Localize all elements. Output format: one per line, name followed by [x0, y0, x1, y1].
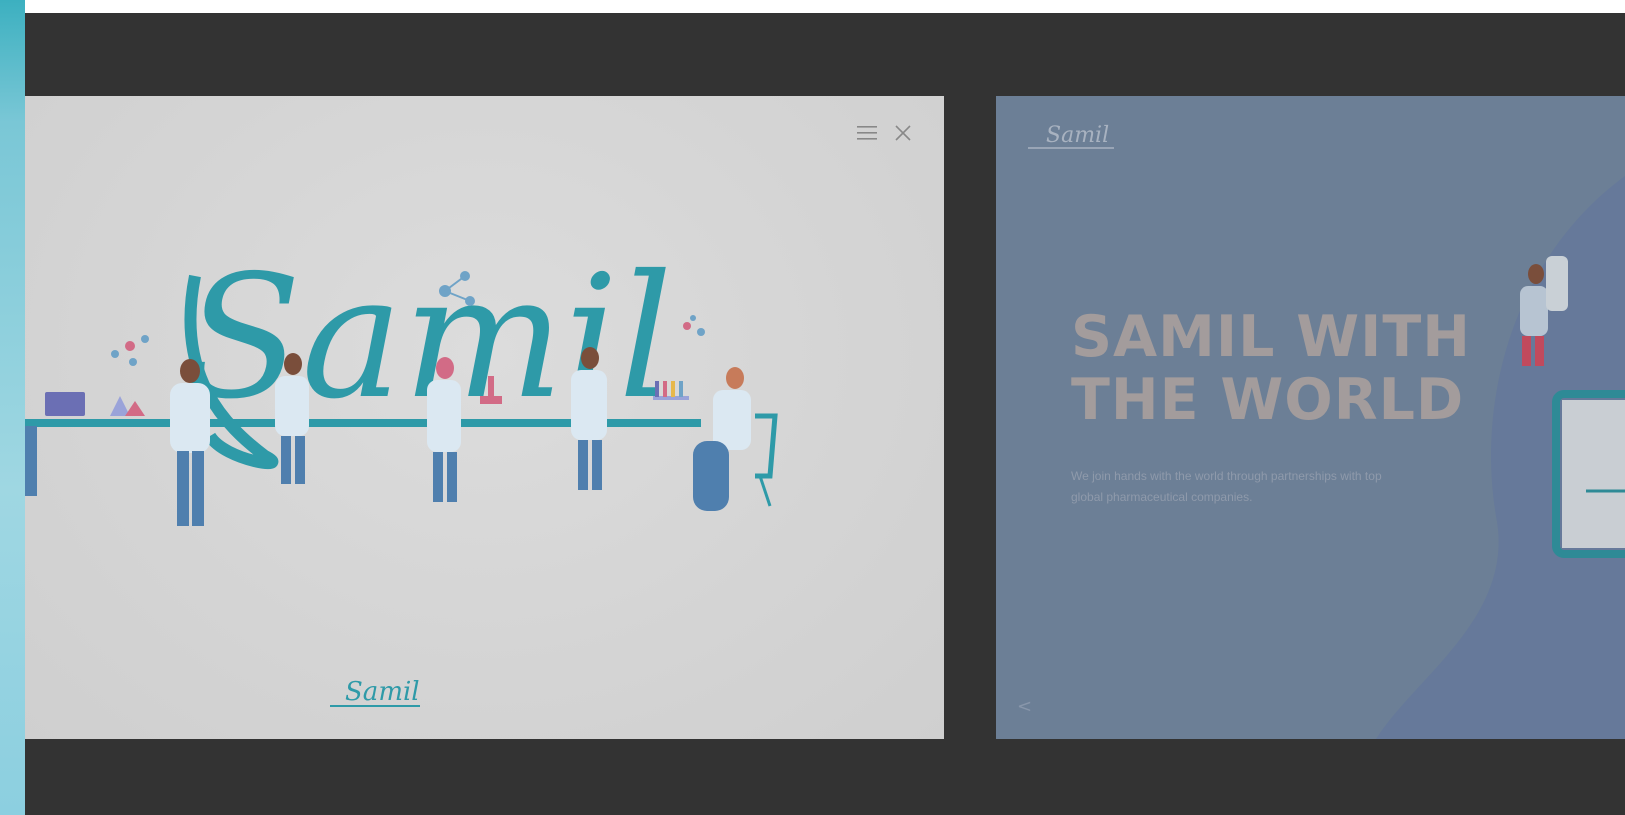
svg-text:Samil: Samil — [1046, 123, 1109, 148]
slide-controls — [856, 122, 914, 144]
scientist-partial-left — [25, 426, 37, 496]
hamburger-menu-icon[interactable] — [856, 122, 878, 144]
prev-arrow-icon[interactable]: < — [1017, 696, 1032, 717]
slide-samil-with-the-world[interactable]: Samil SAMIL WITH THE WORLD We join hands… — [996, 96, 1625, 739]
heading-line-1: SAMIL WITH — [1071, 304, 1471, 370]
molecule-icon-2 — [111, 335, 149, 366]
slide-description: We join hands with the world through par… — [1071, 469, 1382, 504]
slide-samil-intro[interactable]: Samil Samil — [25, 96, 944, 739]
scientists-illustration: Samil — [25, 239, 778, 526]
scientist-seated — [693, 367, 778, 511]
close-icon[interactable] — [892, 122, 914, 144]
heading-line-2: THE WORLD — [1071, 367, 1465, 433]
molecule-icon-3 — [683, 315, 705, 336]
top-bar — [25, 0, 1625, 13]
samil-logo: Samil — [330, 677, 420, 707]
svg-text:Samil: Samil — [345, 677, 420, 707]
slide-heading: SAMIL WITH THE WORLD — [1071, 306, 1491, 432]
test-tube-rack — [653, 381, 689, 400]
left-edge-strip — [0, 0, 25, 815]
monitor-frame — [1552, 390, 1625, 558]
samil-logo-small: Samil — [1028, 123, 1114, 149]
